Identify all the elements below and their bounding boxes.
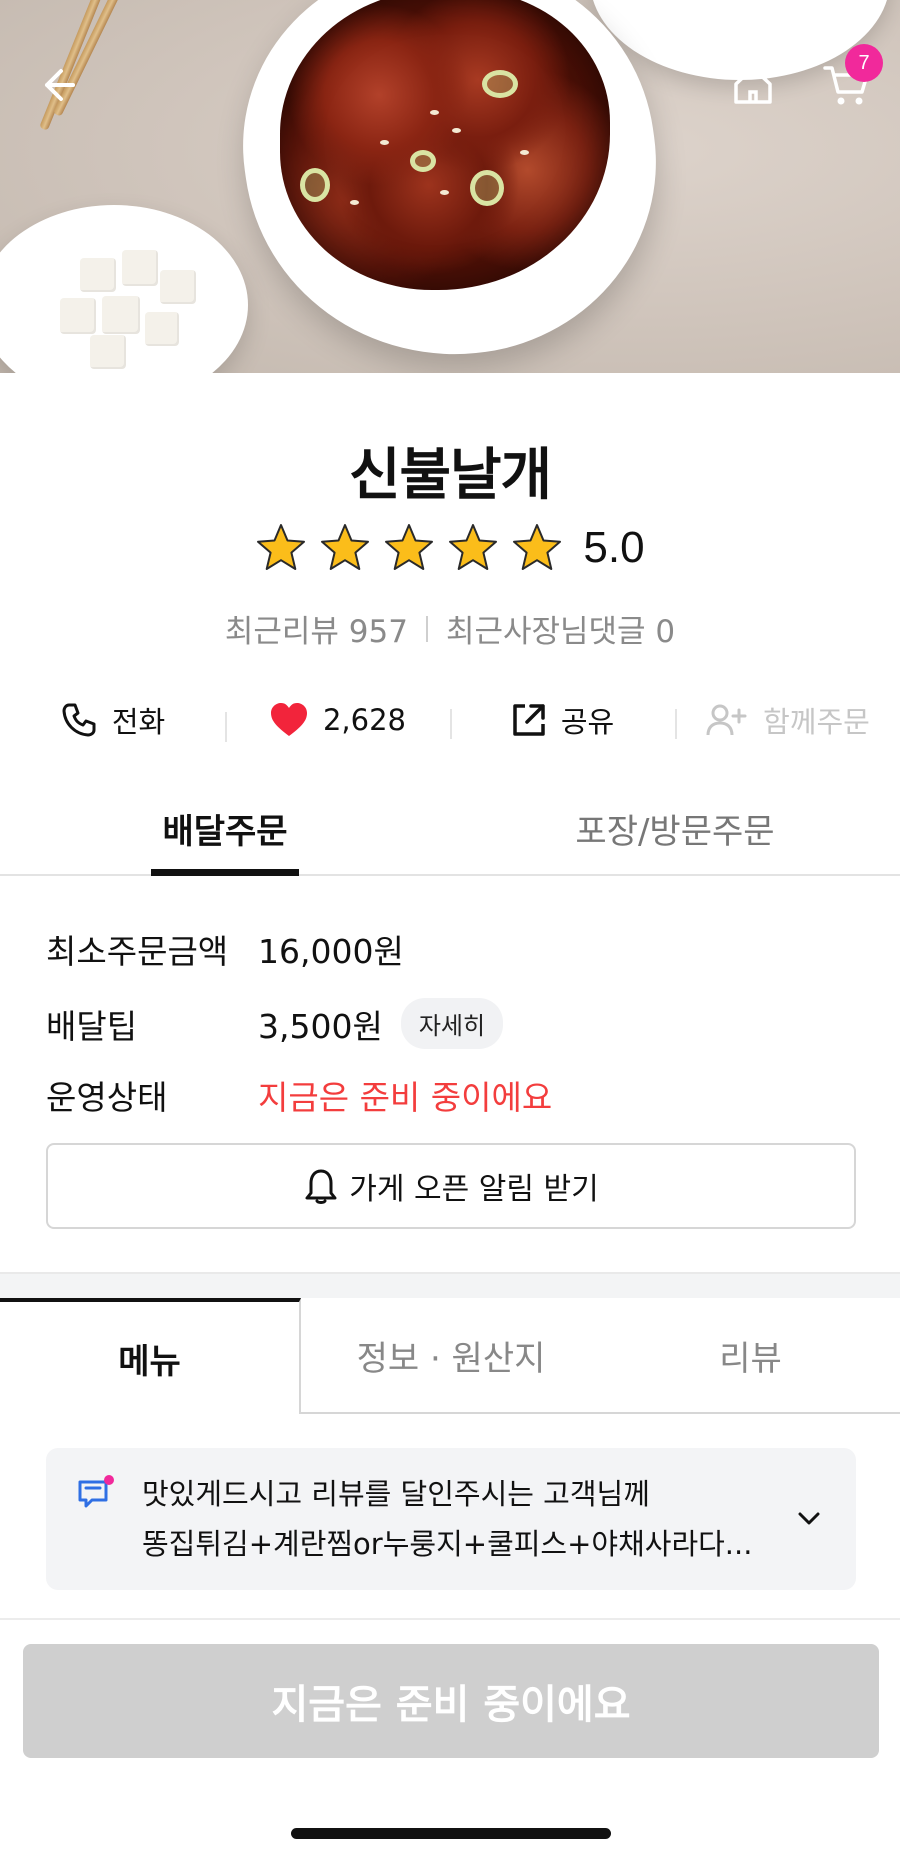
favorite-count: 2,628 [322, 703, 407, 737]
delivery-tip-detail-button[interactable]: 자세히 [400, 998, 504, 1049]
group-order-label: 함께주문 [763, 705, 870, 739]
sesame [452, 128, 461, 133]
bell-icon [305, 1169, 337, 1204]
sesame [380, 140, 389, 145]
radish-cube [60, 298, 96, 334]
call-label: 전화 [111, 705, 166, 739]
notice-line: 맛있게드시고 리뷰를 달인주시는 고객님께 [142, 1477, 650, 1511]
recent-review-count[interactable]: 최근리뷰 957 [225, 606, 408, 651]
tab-label: 리뷰 [719, 1338, 782, 1379]
sesame [350, 200, 359, 205]
content-tabs: 메뉴 정보 · 원산지 리뷰 [0, 1298, 900, 1414]
chevron-down-icon[interactable] [792, 1502, 826, 1536]
section-divider [0, 1272, 900, 1298]
phone-icon [62, 703, 96, 737]
review-summary[interactable]: 최근리뷰 957 최근사장님댓글 0 [0, 606, 900, 651]
open-alert-button[interactable]: 가게 오픈 알림 받기 [46, 1143, 856, 1229]
owner-reply-count[interactable]: 최근사장님댓글 0 [446, 606, 675, 651]
tab-pickup-order[interactable]: 포장/방문주문 [450, 790, 900, 874]
delivery-tip-label: 배달팁 [46, 1006, 138, 1046]
rating-stars [255, 522, 563, 574]
radish-cube [90, 335, 126, 369]
sesame [430, 110, 439, 115]
group-order-button[interactable]: 함께주문 [675, 699, 900, 741]
star-icon [321, 524, 370, 570]
home-button[interactable] [726, 58, 780, 112]
scallion [300, 168, 330, 202]
tab-label: 정보 · 원산지 [356, 1338, 546, 1379]
star-icon [257, 524, 306, 570]
delivery-tip-row: 배달팁 3,500원 자세히 [46, 998, 504, 1049]
open-alert-label: 가게 오픈 알림 받기 [349, 1172, 599, 1207]
active-tab-indicator [151, 869, 299, 876]
home-indicator [291, 1828, 611, 1839]
back-button[interactable] [30, 58, 84, 112]
store-actions: 전화 2,628 공유 함께주문 [0, 695, 900, 745]
min-order-label: 최소주문금액 [46, 932, 229, 971]
cart-count-badge: 7 [845, 44, 883, 82]
notice-line: 똥집튀김+계란찜or누룽지+쿨피스+야채사라다... [142, 1527, 753, 1561]
call-button[interactable]: 전화 [0, 699, 225, 741]
status-row: 운영상태 지금은 준비 중이에요 [46, 1071, 552, 1119]
star-icon [449, 524, 498, 570]
add-user-icon [706, 704, 747, 736]
sesame [440, 190, 449, 195]
star-icon [513, 524, 562, 570]
share-icon [513, 704, 545, 736]
tab-label: 포장/방문주문 [575, 812, 775, 852]
min-order-value: 16,000원 [258, 932, 404, 971]
divider [425, 615, 428, 642]
divider [0, 1618, 900, 1620]
heart-icon [270, 703, 307, 736]
store-name: 신불날개 [348, 443, 552, 508]
tab-reviews[interactable]: 리뷰 [601, 1298, 900, 1414]
tab-menu[interactable]: 메뉴 [0, 1298, 301, 1414]
radish-cube [160, 270, 196, 304]
scallion [410, 150, 436, 172]
scallion [470, 170, 504, 206]
store-hero-image: 7 [0, 0, 900, 373]
rating-row: 5.0 [0, 522, 900, 574]
star-icon [385, 524, 434, 570]
radish-cube [122, 250, 158, 286]
back-arrow-icon [45, 69, 75, 101]
scallion [482, 70, 518, 98]
tab-info-origin[interactable]: 정보 · 원산지 [301, 1298, 601, 1414]
tab-label: 배달주문 [162, 812, 288, 852]
notice-text: 맛있게드시고 리뷰를 달인주시는 고객님께 똥집튀김+계란찜or누룽지+쿨피스+… [142, 1469, 792, 1569]
share-button[interactable]: 공유 [450, 699, 675, 741]
order-cta-button[interactable]: 지금은 준비 중이에요 [23, 1644, 879, 1758]
rating-value: 5.0 [583, 523, 645, 572]
status-label: 운영상태 [46, 1078, 168, 1117]
status-value: 지금은 준비 중이에요 [258, 1078, 553, 1117]
share-label: 공유 [560, 705, 615, 739]
sesame [520, 150, 529, 155]
notice-icon [76, 1474, 116, 1514]
min-order-row: 최소주문금액 16,000원 [46, 925, 404, 973]
order-type-tabs: 배달주문 포장/방문주문 [0, 790, 900, 876]
radish-cube [80, 258, 116, 292]
delivery-tip-value: 3,500원 [258, 1006, 383, 1046]
owner-notice[interactable]: 맛있게드시고 리뷰를 달인주시는 고객님께 똥집튀김+계란찜or누룽지+쿨피스+… [46, 1448, 856, 1590]
tab-label: 메뉴 [118, 1341, 181, 1382]
home-icon [734, 66, 772, 104]
tab-delivery-order[interactable]: 배달주문 [0, 790, 450, 876]
cart-button[interactable]: 7 [817, 44, 883, 112]
favorite-button[interactable]: 2,628 [225, 702, 450, 742]
radish-cube [145, 312, 179, 346]
radish-cube [102, 296, 140, 334]
